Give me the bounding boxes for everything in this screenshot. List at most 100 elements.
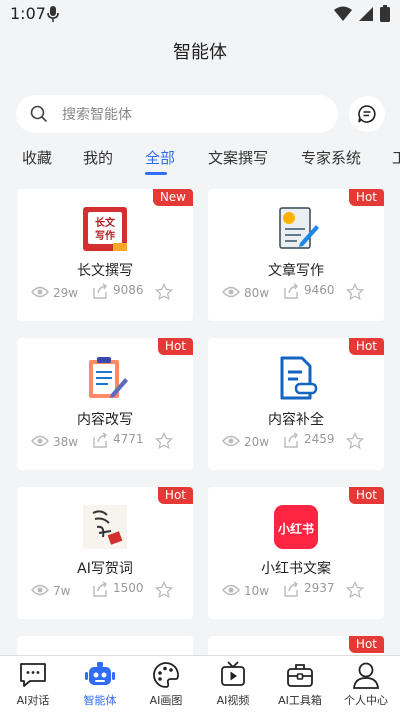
nav-label: 个人中心 xyxy=(344,694,388,707)
nav-label: AI画图 xyxy=(149,694,183,707)
share-count: 1500 xyxy=(113,581,144,595)
agent-card-long-article[interactable]: New 长文 写作 长文撰写 29w 9086 xyxy=(17,189,193,321)
tab-all[interactable]: 全部 xyxy=(145,147,175,168)
greeting-icon xyxy=(83,505,127,549)
star-icon[interactable] xyxy=(346,283,364,301)
nav-ai-chat[interactable]: AI对话 xyxy=(0,656,66,712)
agent-name: 内容改写 xyxy=(77,412,133,428)
content-complete-icon xyxy=(280,356,318,400)
share-icon xyxy=(93,581,107,597)
article-writing-icon xyxy=(279,207,319,249)
view-count: 7w xyxy=(53,584,71,598)
status-time: 1:07 xyxy=(10,4,46,23)
svg-text:小红书: 小红书 xyxy=(278,521,314,536)
agent-name: 内容补全 xyxy=(268,412,324,428)
nav-agents[interactable]: 智能体 xyxy=(67,656,133,712)
eye-icon xyxy=(222,435,240,447)
agent-stats: 38w 4771 xyxy=(31,432,181,452)
share-icon xyxy=(284,581,298,597)
agent-card-greeting[interactable]: Hot AI写贺词 7w 1500 xyxy=(17,487,193,619)
agent-name: 长文撰写 xyxy=(77,263,133,279)
robot-icon xyxy=(85,662,115,685)
hot-badge: Hot xyxy=(157,338,193,355)
bottom-navigation: AI对话 智能体 AI画图 AI视频 AI工具箱 个人中心 xyxy=(0,655,400,712)
xiaohongshu-icon: 小红书 xyxy=(274,505,318,549)
share-count: 2459 xyxy=(304,432,335,446)
agent-stats: 7w 1500 xyxy=(31,581,181,601)
nav-ai-toolbox[interactable]: AI工具箱 xyxy=(267,656,333,712)
battery-icon xyxy=(380,5,390,22)
view-count: 80w xyxy=(244,286,270,300)
long-article-icon: 长文 写作 xyxy=(83,207,127,251)
star-icon[interactable] xyxy=(155,581,173,599)
share-icon xyxy=(284,283,298,299)
nav-label: AI工具箱 xyxy=(278,694,322,707)
tab-tools[interactable]: 工 xyxy=(392,147,400,168)
video-icon xyxy=(221,661,245,686)
nav-ai-video[interactable]: AI视频 xyxy=(200,656,266,712)
message-button[interactable] xyxy=(349,96,385,132)
view-count: 38w xyxy=(53,435,79,449)
tab-expert-system[interactable]: 专家系统 xyxy=(301,147,361,168)
hot-badge: Hot xyxy=(348,636,384,653)
nav-label: AI对话 xyxy=(16,694,50,707)
nav-ai-drawing[interactable]: AI画图 xyxy=(133,656,199,712)
profile-icon xyxy=(353,662,379,689)
wifi-icon xyxy=(334,6,352,21)
agent-card-article-writing[interactable]: Hot 文章写作 80w 9460 xyxy=(208,189,384,321)
agent-stats: 10w 2937 xyxy=(222,581,372,601)
share-icon xyxy=(284,432,298,448)
star-icon[interactable] xyxy=(155,432,173,450)
agent-card-content-complete[interactable]: Hot 内容补全 20w 2459 xyxy=(208,338,384,470)
nav-label: AI视频 xyxy=(216,694,250,707)
share-count: 9086 xyxy=(113,283,144,297)
tab-favorites[interactable]: 收藏 xyxy=(22,147,52,168)
eye-icon xyxy=(222,584,240,596)
agent-card-content-rewrite[interactable]: Hot 内容改写 38w 4771 xyxy=(17,338,193,470)
message-icon xyxy=(358,105,376,123)
svg-text:长文: 长文 xyxy=(95,216,116,229)
view-count: 20w xyxy=(244,435,270,449)
agent-stats: 80w 9460 xyxy=(222,283,372,303)
view-count: 29w xyxy=(53,286,79,300)
eye-icon xyxy=(31,584,49,596)
agent-name: AI写贺词 xyxy=(77,561,133,577)
tab-mine[interactable]: 我的 xyxy=(83,147,113,168)
share-count: 2937 xyxy=(304,581,335,595)
share-count: 4771 xyxy=(113,432,144,446)
signal-icon xyxy=(359,6,373,21)
tab-copywriting[interactable]: 文案撰写 xyxy=(208,147,268,168)
share-icon xyxy=(93,432,107,448)
page-title: 智能体 xyxy=(173,42,227,63)
nav-label: 智能体 xyxy=(83,694,117,707)
star-icon[interactable] xyxy=(346,581,364,599)
category-tabs: 收藏 我的 全部 文案撰写 专家系统 工 xyxy=(0,140,400,180)
star-icon[interactable] xyxy=(155,283,173,301)
search-icon xyxy=(30,105,48,123)
hot-badge: Hot xyxy=(348,189,384,206)
hot-badge: Hot xyxy=(157,487,193,504)
agent-stats: 20w 2459 xyxy=(222,432,372,452)
status-bar: 1:07 xyxy=(0,0,400,28)
agent-name: 文章写作 xyxy=(268,263,324,279)
search-input[interactable]: 搜索智能体 xyxy=(16,95,338,133)
eye-icon xyxy=(31,286,49,298)
app-header: 智能体 xyxy=(0,28,400,76)
eye-icon xyxy=(31,435,49,447)
eye-icon xyxy=(222,286,240,298)
share-count: 9460 xyxy=(304,283,335,297)
search-row: 搜索智能体 xyxy=(0,95,400,135)
search-placeholder: 搜索智能体 xyxy=(62,107,132,123)
chat-icon xyxy=(20,663,46,687)
view-count: 10w xyxy=(244,584,270,598)
agent-stats: 29w 9086 xyxy=(31,283,181,303)
new-badge: New xyxy=(152,189,193,206)
svg-text:写作: 写作 xyxy=(95,229,115,242)
palette-icon xyxy=(153,662,179,688)
agent-card-xiaohongshu[interactable]: Hot 小红书 小红书文案 10w 2937 xyxy=(208,487,384,619)
star-icon[interactable] xyxy=(346,432,364,450)
nav-profile[interactable]: 个人中心 xyxy=(333,656,399,712)
active-tab-indicator xyxy=(145,172,167,175)
share-icon xyxy=(93,283,107,299)
toolbox-icon xyxy=(287,664,313,687)
